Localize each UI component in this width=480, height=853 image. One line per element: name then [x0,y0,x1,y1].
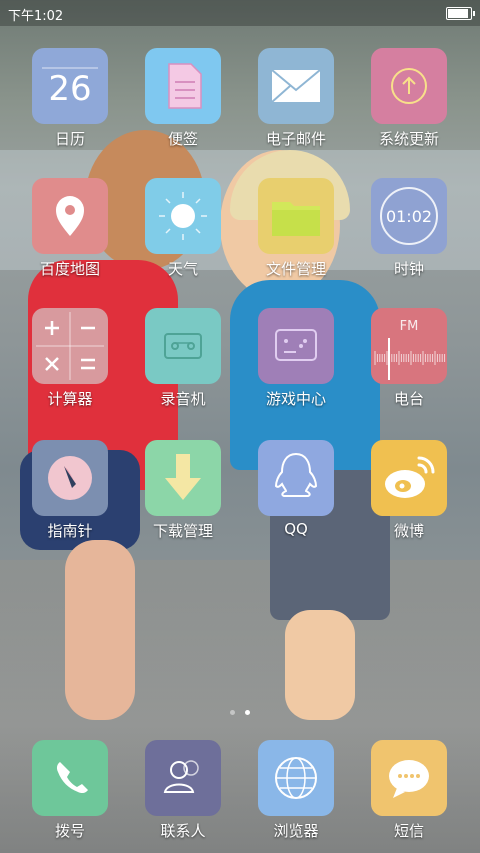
email-icon[interactable] [258,48,334,124]
label-calendar: 日历 [54,130,85,148]
radio-icon[interactable]: FM [371,308,447,384]
status-time: 下午1:02 [8,9,64,24]
label-map: 百度地图 [39,260,100,278]
label-calculator: 计算器 [47,390,93,408]
app-qq[interactable]: QQ [241,440,351,538]
contacts-icon[interactable] [145,740,221,816]
cassette-icon[interactable] [145,308,221,384]
weather-sun-icon[interactable] [145,178,221,254]
update-icon[interactable] [371,48,447,124]
label-contacts: 联系人 [160,822,206,840]
label-update: 系统更新 [378,130,439,148]
gamepad-icon[interactable] [258,308,334,384]
dock-sms[interactable]: 短信 [354,740,464,841]
label-radio: 电台 [393,390,424,408]
app-radio[interactable]: FM 电台 [354,308,464,409]
label-downloads: 下载管理 [152,522,213,540]
label-browser: 浏览器 [273,822,319,840]
home-screen: 下午1:02 26 日历 便签 电子邮件 系统更新 百度地图 天气 文件管理 0… [0,0,480,853]
dock-browser[interactable]: 浏览器 [241,740,351,841]
message-bubble-icon[interactable] [371,740,447,816]
dock-phone[interactable]: 拨号 [15,740,125,841]
phone-icon[interactable] [32,740,108,816]
label-files: 文件管理 [265,260,326,278]
app-map[interactable]: 百度地图 [15,178,125,279]
label-phone: 拨号 [54,822,85,840]
app-downloads[interactable]: 下载管理 [128,440,238,541]
label-qq: QQ [284,520,308,538]
download-arrow-icon[interactable] [145,440,221,516]
status-bar: 下午1:02 [0,0,480,26]
app-weather[interactable]: 天气 [128,178,238,279]
app-weibo[interactable]: 微博 [354,440,464,541]
app-files[interactable]: 文件管理 [241,178,351,279]
clock-time: 01:02 [386,207,432,226]
label-weibo: 微博 [393,522,424,540]
page-dot-1[interactable] [230,710,236,715]
folder-icon[interactable] [258,178,334,254]
app-notes[interactable]: 便签 [128,48,238,149]
weibo-icon[interactable] [371,440,447,516]
compass-icon[interactable] [32,440,108,516]
app-clock[interactable]: 01:02 时钟 [354,178,464,279]
app-email[interactable]: 电子邮件 [241,48,351,149]
app-games[interactable]: 游戏中心 [241,308,351,409]
label-sms: 短信 [393,822,424,840]
label-compass: 指南针 [47,522,93,540]
app-calendar[interactable]: 26 日历 [15,48,125,149]
dock-contacts[interactable]: 联系人 [128,740,238,841]
battery-icon [446,7,475,20]
page-dot-2[interactable] [244,710,250,715]
label-games: 游戏中心 [265,390,326,408]
qq-penguin-icon[interactable] [258,440,334,516]
label-weather: 天气 [167,260,198,278]
label-email: 电子邮件 [265,130,326,148]
clock-icon[interactable]: 01:02 [371,178,447,254]
label-clock: 时钟 [393,260,424,278]
calendar-day: 26 [48,69,91,109]
app-update[interactable]: 系统更新 [354,48,464,149]
page-indicator [0,700,480,719]
label-recorder: 录音机 [160,390,206,408]
calendar-icon[interactable]: 26 [32,48,108,124]
app-compass[interactable]: 指南针 [15,440,125,541]
app-calculator[interactable]: 计算器 [15,308,125,409]
notes-icon[interactable] [145,48,221,124]
calculator-icon[interactable] [32,308,108,384]
globe-icon[interactable] [258,740,334,816]
fm-label: FM [400,319,419,334]
map-pin-icon[interactable] [32,178,108,254]
app-recorder[interactable]: 录音机 [128,308,238,409]
label-notes: 便签 [167,130,198,148]
